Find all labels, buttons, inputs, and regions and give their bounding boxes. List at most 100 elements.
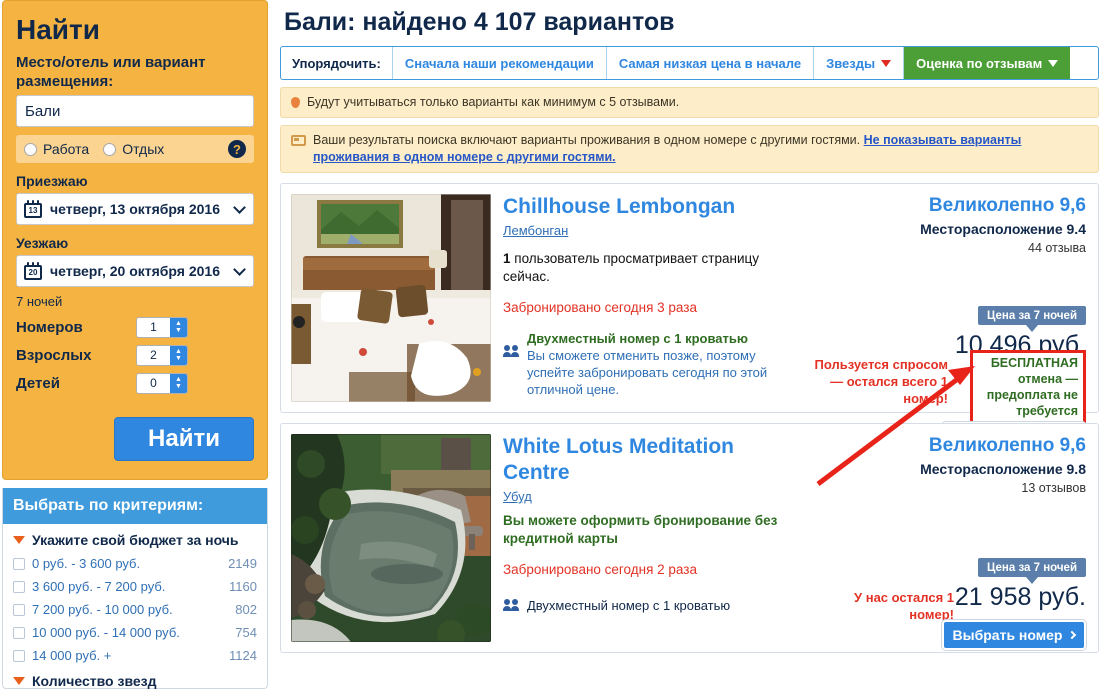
filter-count: 2149	[228, 556, 257, 571]
hotel-price: 21 958 руб.	[954, 583, 1086, 611]
checkout-value: четверг, 20 октября 2016	[50, 263, 220, 279]
checkout-input[interactable]: 20 четверг, 20 октября 2016	[16, 255, 254, 287]
filter-item[interactable]: 14 000 руб. + 1124	[3, 644, 267, 667]
filter-label: 3 600 руб. - 7 200 руб.	[32, 579, 166, 594]
filter-item[interactable]: 7 200 руб. - 10 000 руб. 802	[3, 598, 267, 621]
hotel-thumbnail-pool[interactable]	[291, 434, 491, 642]
filter-count: 1160	[229, 579, 257, 594]
notice-shared-rooms: Ваши результаты поиска включают варианты…	[280, 125, 1099, 173]
budget-filter-title[interactable]: Укажите свой бюджет за ночь	[3, 524, 267, 552]
checkin-input[interactable]: 13 четверг, 13 октября 2016	[16, 193, 254, 225]
children-stepper[interactable]: 0 ▲ ▼	[136, 372, 188, 394]
sort-tab-lowest-price[interactable]: Самая низкая цена в начале	[607, 47, 815, 79]
hotel-viewers: 1 пользователь просматривает страницу се…	[503, 250, 788, 286]
adults-value: 2	[137, 345, 170, 365]
choose-room-button[interactable]: Выбрать номер	[942, 620, 1086, 650]
radio-leisure[interactable]	[103, 142, 117, 156]
chevron-down-icon	[1048, 59, 1059, 67]
filter-count: 1124	[229, 648, 257, 663]
bedroom-photo	[291, 194, 491, 402]
checkout-label: Уезжаю	[16, 235, 69, 251]
stepper-arrows-icon[interactable]: ▲ ▼	[170, 345, 187, 365]
rooms-stepper[interactable]: 1 ▲ ▼	[136, 316, 188, 338]
hotel-booked-today: Забронировано сегодня 3 раза	[503, 300, 697, 315]
filter-label: 10 000 руб. - 14 000 руб.	[32, 625, 180, 640]
hotel-rating-price: Великолепно 9,6 Месторасположение 9.4 44…	[788, 194, 1088, 452]
notice-text: Ваши результаты поиска включают варианты…	[313, 133, 861, 147]
adults-row: Взрослых 2 ▲ ▼	[16, 344, 254, 366]
occupancy-people-icon	[503, 599, 521, 613]
chevron-down-icon[interactable]	[233, 201, 246, 214]
filter-label: 0 руб. - 3 600 руб.	[32, 556, 141, 571]
sidebar: Найти Место/отель или вариант размещения…	[0, 0, 270, 689]
question-icon[interactable]: ?	[228, 140, 246, 158]
hotel-area-link[interactable]: Убуд	[503, 489, 532, 504]
filter-count: 754	[235, 625, 257, 640]
checkin-label: Приезжаю	[16, 173, 88, 189]
price-tooltip: Цена за 7 ночей	[978, 558, 1086, 584]
sort-tab-stars[interactable]: Звезды	[814, 47, 905, 79]
stepper-arrows-icon[interactable]: ▲ ▼	[170, 373, 187, 393]
rooms-label: Номеров	[16, 318, 83, 336]
filters-header: Выбрать по критериям:	[3, 488, 267, 524]
checkbox-icon[interactable]	[13, 557, 25, 570]
calendar-icon-day: 13	[24, 203, 42, 218]
hotel-name-link[interactable]: Chillhouse Lembongan	[503, 194, 788, 220]
notice-body: Ваши результаты поиска включают варианты…	[313, 132, 1088, 166]
radio-business-label: Работа	[43, 141, 90, 157]
hotel-no-credit-card-note: Вы можете оформить бронирование без кред…	[503, 513, 778, 546]
hotel-info: White Lotus Meditation Centre Убуд Вы мо…	[491, 434, 788, 642]
checkbox-icon[interactable]	[13, 649, 25, 662]
hotel-rating-price: Великолепно 9,6 Месторасположение 9.8 13…	[788, 434, 1088, 650]
occupancy-people-icon	[503, 345, 521, 359]
hotel-review-count: 44 отзыва	[1028, 241, 1086, 255]
checkbox-icon[interactable]	[13, 626, 25, 639]
stars-filter-title[interactable]: Количество звезд	[3, 667, 267, 689]
radio-leisure-label: Отдых	[122, 141, 165, 157]
sort-tab-recommended[interactable]: Сначала наши рекомендации	[393, 47, 607, 79]
chevron-down-icon	[881, 59, 892, 67]
search-submit-button[interactable]: Найти	[114, 417, 254, 461]
sort-tab-label: Сначала наши рекомендации	[404, 55, 594, 71]
checkin-value: четверг, 13 октября 2016	[50, 201, 220, 217]
filter-item[interactable]: 10 000 руб. - 14 000 руб. 754	[3, 621, 267, 644]
hotel-location-score: Месторасположение 9.4	[920, 221, 1086, 237]
caret-down-icon	[13, 536, 25, 544]
choose-room-label: Выбрать номер	[952, 627, 1063, 643]
hotel-name-link[interactable]: White Lotus Meditation Centre	[503, 434, 788, 486]
pool-photo	[291, 434, 491, 642]
checkbox-icon[interactable]	[13, 603, 25, 616]
filters-panel: Выбрать по критериям: Укажите свой бюдже…	[2, 488, 268, 689]
hotel-card[interactable]: Chillhouse Lembongan Лембонган 1 пользов…	[280, 183, 1099, 452]
sort-tab-review-score[interactable]: Оценка по отзывам	[904, 47, 1071, 79]
trip-purpose-group: Работа Отдых ?	[16, 135, 254, 163]
hotel-card[interactable]: White Lotus Meditation Centre Убуд Вы мо…	[280, 423, 1099, 653]
price-tooltip: Цена за 7 ночей	[978, 306, 1086, 332]
children-row: Детей 0 ▲ ▼	[16, 372, 254, 394]
filter-label: 7 200 руб. - 10 000 руб.	[32, 602, 173, 617]
sort-tab-label: Звезды	[826, 55, 876, 71]
hotel-area-link[interactable]: Лембонган	[503, 223, 568, 238]
adults-stepper[interactable]: 2 ▲ ▼	[136, 344, 188, 366]
sort-bar-label: Упорядочить:	[281, 47, 393, 79]
stepper-arrows-icon[interactable]: ▲ ▼	[170, 317, 187, 337]
chevron-down-icon[interactable]	[233, 263, 246, 276]
hotel-rating-score: Великолепно 9,6	[928, 195, 1086, 216]
main-content: Бали: найдено 4 107 вариантов Упорядочит…	[280, 0, 1099, 689]
hotel-thumbnail-bedroom[interactable]	[291, 194, 491, 402]
checkbox-icon[interactable]	[13, 580, 25, 593]
rooms-row: Номеров 1 ▲ ▼	[16, 316, 254, 338]
room-type-label: Двухместный номер с 1 кроватью	[527, 331, 748, 346]
filter-item[interactable]: 3 600 руб. - 7 200 руб. 1160	[3, 575, 267, 598]
calendar-icon-day: 20	[24, 265, 42, 280]
page-title: Бали: найдено 4 107 вариантов	[284, 8, 675, 36]
page-root: Найти Место/отель или вариант размещения…	[0, 0, 1099, 689]
children-label: Детей	[16, 374, 60, 392]
chevron-right-icon	[1068, 630, 1077, 640]
filter-item[interactable]: 0 руб. - 3 600 руб. 2149	[3, 552, 267, 575]
dot-icon	[291, 97, 300, 108]
stars-filter-label: Количество звезд	[32, 673, 157, 689]
calendar-icon: 13	[24, 200, 42, 218]
destination-input[interactable]: Бали	[16, 95, 254, 127]
radio-business[interactable]	[24, 142, 37, 156]
